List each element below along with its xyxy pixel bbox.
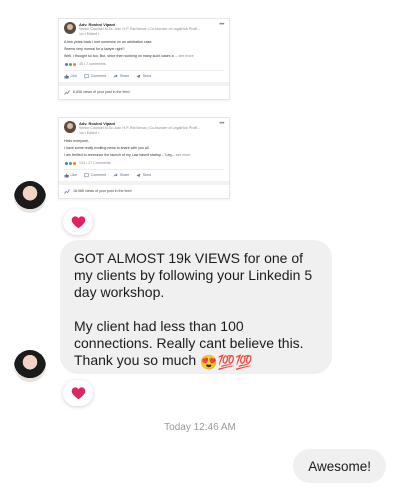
send-icon [136, 173, 141, 178]
post-views-row[interactable]: 6,836 views of your post in the feed [59, 82, 229, 99]
comment-icon [84, 173, 89, 178]
message-text: My client had less than 100 connections.… [74, 318, 304, 370]
send-icon [136, 74, 141, 79]
shared-post-card-1[interactable]: Adv. Roshni Vipani Senior Counsel M.Sc. … [58, 18, 230, 100]
message-bubble[interactable]: GOT ALMOST 19k VIEWS for one of my clien… [60, 240, 332, 374]
analytics-chart-icon [64, 90, 70, 95]
post-author-headline: Senior Counsel M.Sc. Adv. H.P. Rai Nexus… [79, 27, 201, 31]
reactions-summary[interactable]: 35 • 7 comments [59, 61, 229, 68]
like-button[interactable]: Like [64, 173, 77, 178]
post-actions: Like Comment Share Send [59, 71, 229, 82]
post-author-avatar [64, 121, 76, 133]
post-time: 1w • Edited • [79, 32, 100, 36]
outgoing-message-bubble[interactable]: Awesome! [293, 449, 386, 483]
post-actions: Like Comment Share Send [59, 170, 229, 181]
message-text: GOT ALMOST 19k VIEWS for one of my clien… [74, 250, 313, 300]
more-options-icon[interactable]: ••• [219, 22, 224, 37]
share-icon [113, 173, 118, 178]
send-button[interactable]: Send [136, 74, 151, 79]
post-author-avatar [64, 22, 76, 34]
like-button[interactable]: Like [64, 74, 77, 79]
post-views-row[interactable]: 18,966 views of your post in the feed [59, 181, 229, 198]
heart-eyes-emoji: 😍 [200, 354, 218, 370]
hundred-points-emoji: 💯 [234, 354, 253, 370]
heart-reaction-bubble[interactable] [63, 209, 93, 235]
post-time: 1w • Edited • [79, 131, 100, 135]
post-body: A few years back I met someone on an arb… [64, 40, 194, 58]
comment-icon [84, 74, 89, 79]
share-icon [113, 74, 118, 79]
share-button[interactable]: Share [113, 74, 129, 79]
heart-reaction-bubble[interactable] [63, 380, 93, 406]
heart-icon [71, 216, 85, 229]
thumbs-up-icon [64, 74, 69, 79]
hundred-points-emoji: 💯 [217, 354, 235, 370]
see-more-link[interactable]: see more [179, 54, 194, 58]
see-more-link[interactable]: see more [176, 153, 191, 157]
post-author-headline: Senior Counsel M.Sc. Adv. H.P. Rai Nexus… [79, 126, 201, 130]
send-button[interactable]: Send [136, 173, 151, 178]
message-text: Awesome! [308, 458, 371, 474]
reactions-summary[interactable]: 134 • 27 Comments [59, 160, 229, 167]
share-button[interactable]: Share [113, 173, 129, 178]
more-options-icon[interactable]: ••• [219, 121, 224, 136]
message-timestamp: Today 12:46 AM [164, 422, 236, 433]
love-reaction-icon [72, 161, 77, 166]
post-body: Hello everyone, I have some really excit… [64, 139, 191, 157]
analytics-chart-icon [64, 189, 70, 194]
heart-icon [71, 387, 85, 400]
comment-button[interactable]: Comment [84, 173, 106, 178]
love-reaction-icon [72, 62, 77, 67]
thumbs-up-icon [64, 173, 69, 178]
comment-button[interactable]: Comment [84, 74, 106, 79]
sender-avatar[interactable] [14, 350, 46, 382]
sender-avatar[interactable] [14, 181, 46, 213]
shared-post-card-2[interactable]: Adv. Roshni Vipani Senior Counsel M.Sc. … [58, 117, 230, 199]
